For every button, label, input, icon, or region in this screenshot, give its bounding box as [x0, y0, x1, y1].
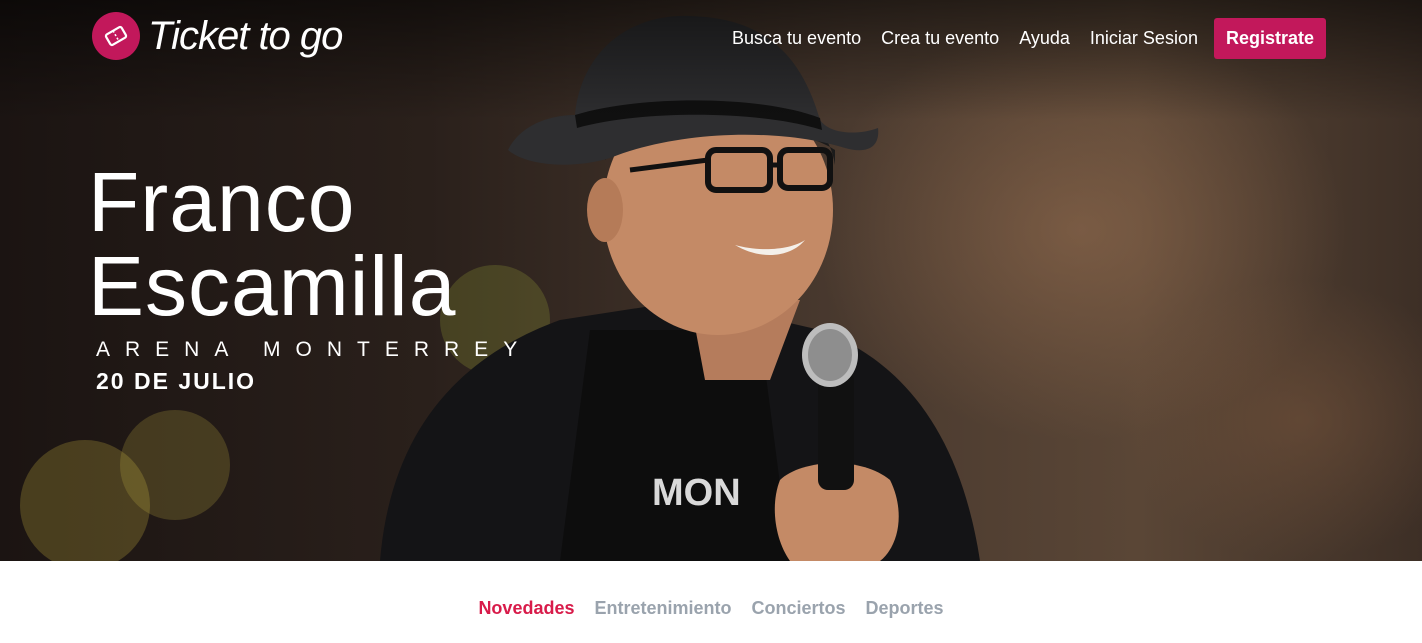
register-button[interactable]: Registrate — [1213, 18, 1326, 59]
event-venue: ARENA MONTERREY — [96, 338, 533, 361]
ticket-icon — [92, 12, 140, 60]
hero-banner: MON Ticket to go Busca tu evento Crea tu… — [0, 0, 1422, 561]
main-nav: Busca tu evento Crea tu evento Ayuda Ini… — [712, 18, 1326, 59]
tab-conciertos[interactable]: Conciertos — [752, 598, 846, 619]
nav-link-busca-evento[interactable]: Busca tu evento — [732, 28, 861, 49]
event-title: Franco Escamilla — [88, 160, 456, 328]
category-tabs: Novedades Entretenimiento Conciertos Dep… — [0, 598, 1422, 619]
tab-entretenimiento[interactable]: Entretenimiento — [594, 598, 731, 619]
svg-text:MON: MON — [652, 472, 741, 514]
nav-link-iniciar-sesion[interactable]: Iniciar Sesion — [1090, 28, 1198, 49]
nav-link-crea-evento[interactable]: Crea tu evento — [881, 28, 999, 49]
brand-name: Ticket to go — [148, 13, 343, 58]
nav-link-ayuda[interactable]: Ayuda — [1019, 28, 1070, 49]
site-logo[interactable]: Ticket to go — [92, 12, 343, 60]
event-title-line2: Escamilla — [88, 239, 457, 333]
event-title-line1: Franco — [88, 155, 356, 249]
tab-deportes[interactable]: Deportes — [866, 598, 944, 619]
event-date: 20 DE JULIO — [96, 368, 257, 394]
tab-novedades[interactable]: Novedades — [478, 598, 574, 619]
